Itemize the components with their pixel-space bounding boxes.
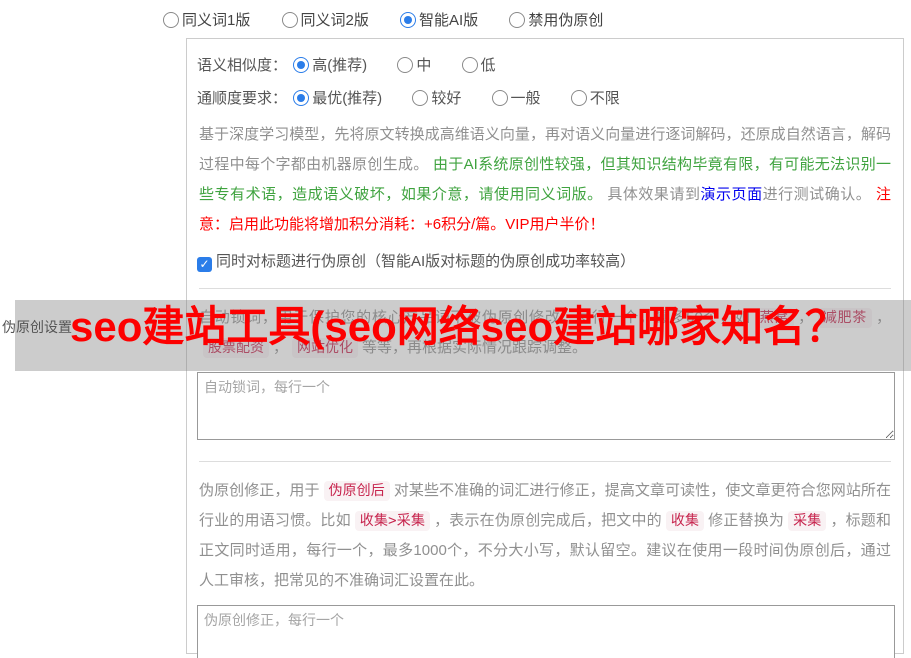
similarity-option-label: 低 bbox=[480, 57, 496, 74]
correction-example: 收集>采集 bbox=[354, 511, 431, 531]
similarity-option-high[interactable]: 高(推荐) bbox=[293, 57, 367, 74]
lock-words-text: 自动锁词，用于保护您的核心产品词不被伪原创修改，每行一个，最多50个，如 bbox=[199, 309, 751, 326]
correction-description: 伪原创修正，用于 伪原创后 对某些不准确的词汇进行修正，提高文章可读性，使文章更符合… bbox=[199, 476, 891, 596]
radio-selected-icon[interactable] bbox=[293, 57, 310, 73]
auto-lock-words-textarea[interactable] bbox=[197, 372, 895, 440]
fluency-option-label: 最优(推荐) bbox=[312, 90, 383, 107]
version-option-synonym-v1[interactable]: 同义词1版 bbox=[163, 12, 250, 29]
correction-text: ，表示在伪原创完成后，把文中的 bbox=[434, 512, 662, 529]
similarity-option-low[interactable]: 低 bbox=[461, 57, 496, 74]
version-option-synonym-v2[interactable]: 同义词2版 bbox=[281, 12, 369, 29]
similarity-option-label: 高(推荐) bbox=[312, 57, 368, 74]
fluency-option-normal[interactable]: 一般 bbox=[491, 90, 541, 107]
version-option-label: 同义词2版 bbox=[300, 12, 369, 29]
semantic-similarity-row: 语义相似度： 高(推荐) 中 低 bbox=[197, 54, 893, 75]
radio-icon[interactable] bbox=[509, 12, 526, 28]
auto-lock-words-description: 自动锁词，用于保护您的核心产品词不被伪原创修改，每行一个，最多50个，如 燕窝，减… bbox=[199, 303, 891, 363]
fluency-option-unlimited[interactable]: 不限 bbox=[570, 90, 620, 107]
version-option-smart-ai[interactable]: 智能AI版 bbox=[400, 12, 478, 29]
description-text: 具体效果请到 bbox=[607, 186, 701, 203]
radio-icon[interactable] bbox=[412, 90, 429, 106]
radio-icon[interactable] bbox=[281, 12, 298, 28]
radio-selected-icon[interactable] bbox=[293, 90, 310, 106]
lock-word-example: 燕窝 bbox=[754, 308, 795, 328]
fluency-option-best[interactable]: 最优(推荐) bbox=[293, 90, 382, 107]
radio-icon[interactable] bbox=[461, 57, 478, 73]
correction-example: 伪原创后 bbox=[323, 481, 390, 501]
fluency-option-label: 一般 bbox=[510, 90, 541, 107]
description-text: 进行测试确认。 bbox=[762, 186, 876, 203]
radio-icon[interactable] bbox=[397, 57, 414, 73]
semantic-similarity-label: 语义相似度： bbox=[197, 57, 288, 74]
demo-page-link[interactable]: 演示页面 bbox=[701, 186, 763, 203]
fluency-option-label: 不限 bbox=[589, 90, 620, 107]
similarity-option-label: 中 bbox=[416, 57, 432, 74]
version-option-label: 禁用伪原创 bbox=[528, 12, 604, 29]
lock-word-example: 股票配资 bbox=[203, 338, 269, 358]
fluency-option-label: 较好 bbox=[431, 90, 462, 107]
fluency-option-better[interactable]: 较好 bbox=[412, 90, 461, 107]
fluency-label: 通顺度要求： bbox=[197, 90, 288, 107]
pseudo-original-version-group: 同义词1版 同义词2版 智能AI版 禁用伪原创 bbox=[163, 9, 630, 30]
lock-word-example: 网站优化 bbox=[292, 338, 359, 358]
lock-word-example: 减肥茶 bbox=[817, 308, 872, 328]
title-pseudo-original-checkbox-row[interactable]: ✓ 同时对标题进行伪原创（智能AI版对标题的伪原创成功率较高） bbox=[197, 250, 893, 272]
correction-example: 收集 bbox=[665, 511, 705, 531]
version-option-disable[interactable]: 禁用伪原创 bbox=[509, 12, 603, 29]
section-divider bbox=[199, 288, 891, 289]
version-option-label: 同义词1版 bbox=[182, 12, 251, 29]
radio-icon[interactable] bbox=[570, 90, 587, 106]
correction-text: 修正替换为 bbox=[708, 512, 785, 529]
fluency-row: 通顺度要求： 最优(推荐) 较好 一般 不限 bbox=[197, 87, 893, 108]
lock-words-text: ， bbox=[273, 339, 289, 356]
radio-icon[interactable] bbox=[163, 12, 179, 28]
similarity-option-medium[interactable]: 中 bbox=[397, 57, 431, 74]
checkbox-checked-icon[interactable]: ✓ bbox=[197, 257, 212, 272]
radio-icon[interactable] bbox=[491, 90, 508, 106]
radio-selected-icon[interactable] bbox=[400, 12, 417, 28]
correction-text: 伪原创修正，用于 bbox=[199, 482, 320, 499]
ai-model-description: 基于深度学习模型，先将原文转换成高维语义向量，再对语义向量进行逐词解码，还原成自… bbox=[199, 120, 891, 240]
form-row-label: 伪原创设置 bbox=[2, 319, 72, 335]
pseudo-original-settings-panel: 语义相似度： 高(推荐) 中 低 通顺度要求： 最优(推荐) 较好 一般 不限 … bbox=[186, 38, 904, 658]
lock-words-text: ， bbox=[875, 309, 891, 326]
title-checkbox-label: 同时对标题进行伪原创（智能AI版对标题的伪原创成功率较高） bbox=[216, 253, 636, 270]
section-divider bbox=[199, 461, 891, 462]
correction-example: 采集 bbox=[788, 511, 827, 531]
lock-words-text: 等等，再根据实际情况跟踪调整。 bbox=[362, 339, 588, 356]
lock-words-text: ， bbox=[798, 309, 814, 326]
version-option-label: 智能AI版 bbox=[419, 12, 479, 29]
correction-textarea[interactable] bbox=[197, 605, 895, 658]
